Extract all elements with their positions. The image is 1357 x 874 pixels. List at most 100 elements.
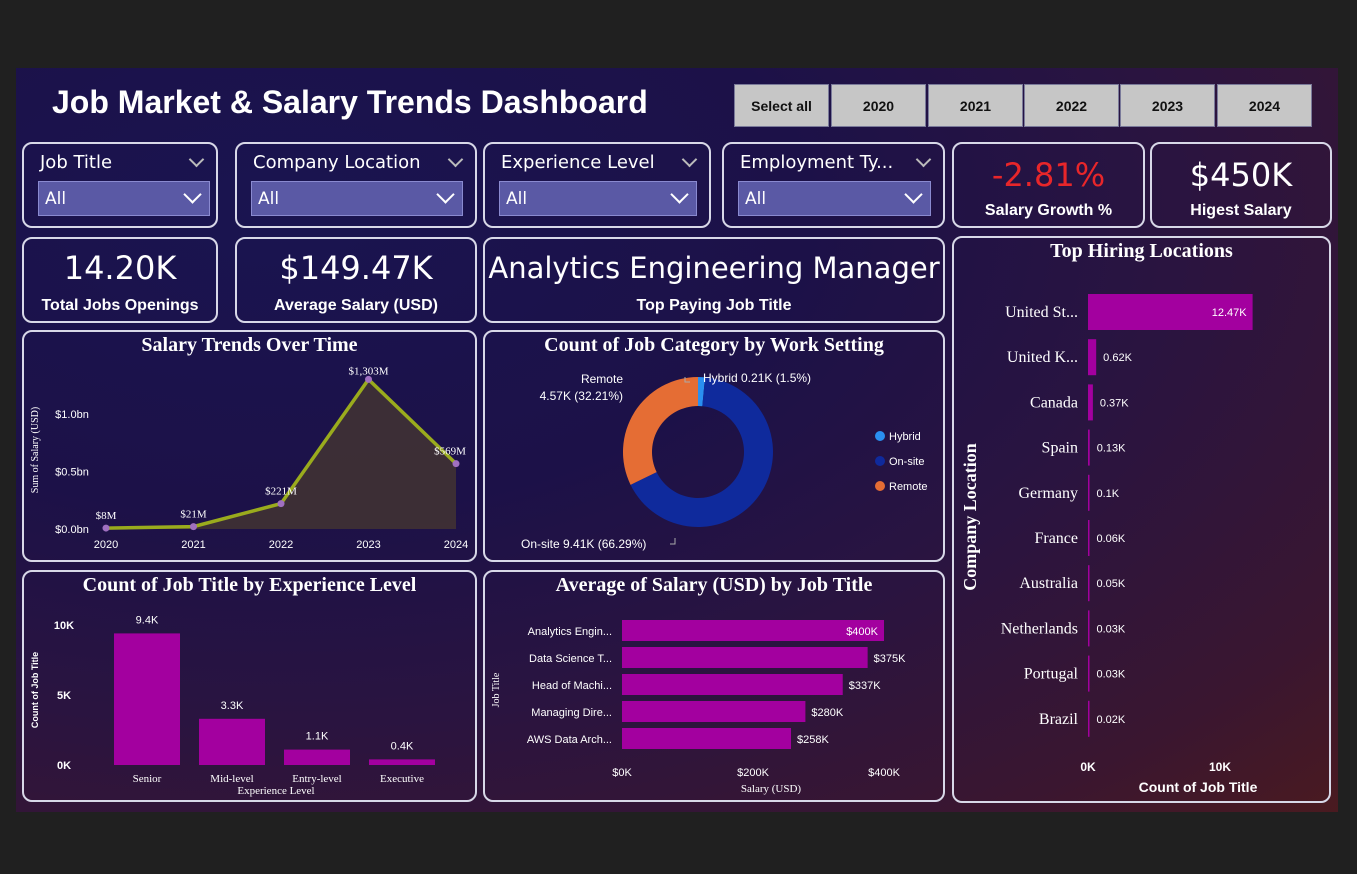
bar-entry-level <box>284 749 350 765</box>
bar-location <box>1088 339 1097 376</box>
y-tick-label: Data Science T... <box>529 653 612 665</box>
year-2024-button[interactable]: 2024 <box>1217 84 1312 127</box>
x-tick-label: $400K <box>868 767 900 779</box>
data-label: 0.37K <box>1100 397 1129 409</box>
dropdown-value: All <box>258 188 280 209</box>
bar-mid-level <box>199 718 265 765</box>
year-2022-button[interactable]: 2022 <box>1024 84 1119 127</box>
work-setting-chart: Count of Job Category by Work Setting Hy… <box>483 330 945 562</box>
data-label: $8M <box>96 510 117 522</box>
data-point <box>190 523 197 531</box>
dashboard-canvas: Job Market & Salary Trends Dashboard Sel… <box>16 68 1338 812</box>
kpi-value: Analytics Engineering Manager <box>488 251 940 285</box>
slice-label-onsite: On-site 9.41K (66.29%) <box>521 537 646 551</box>
y-tick-label: Australia <box>1019 575 1078 592</box>
chevron-down-icon[interactable] <box>915 151 932 168</box>
bar-senior <box>114 633 180 765</box>
x-tick-label: 0K <box>1080 760 1096 774</box>
x-tick-label: 10K <box>1209 760 1231 774</box>
data-label: 3.3K <box>221 700 244 712</box>
kpi-total-jobs: 14.20K Total Jobs Openings <box>22 237 218 323</box>
x-tick-label: Mid-level <box>210 773 253 785</box>
x-tick-label: 2020 <box>94 539 118 551</box>
data-point <box>277 500 285 508</box>
kpi-value: -2.81% <box>991 156 1106 194</box>
legend-label: Hybrid <box>889 431 921 443</box>
year-2020-button[interactable]: 2020 <box>831 84 926 127</box>
y-tick-label: Netherlands <box>1001 620 1078 637</box>
kpi-top-paying-job: Analytics Engineering Manager Top Paying… <box>483 237 945 323</box>
data-label: 12.47K <box>1212 307 1248 319</box>
slicer-label: Employment Ty... <box>740 152 894 173</box>
company-location-dropdown[interactable]: All <box>251 181 463 216</box>
data-label: $1,303M <box>348 365 388 377</box>
year-select-all-button[interactable]: Select all <box>734 84 829 127</box>
data-label: 0.1K <box>1097 488 1120 500</box>
data-label: $400K <box>846 626 878 638</box>
job-title-dropdown[interactable]: All <box>38 181 210 216</box>
kpi-value: $450K <box>1189 156 1293 194</box>
chevron-down-icon[interactable] <box>447 151 464 168</box>
data-label: 0.4K <box>391 740 414 752</box>
x-tick-label: $200K <box>737 767 769 779</box>
bar-location <box>1088 610 1090 647</box>
y-tick-label: Germany <box>1018 485 1078 502</box>
page-title: Job Market & Salary Trends Dashboard <box>52 84 648 120</box>
chevron-down-icon[interactable] <box>681 151 698 168</box>
y-tick-label: Canada <box>1030 394 1078 411</box>
experience-level-chart: Count of Job Title by Experience Level 0… <box>22 570 477 802</box>
y-tick-label: Head of Machi... <box>532 680 612 692</box>
data-label: 0.03K <box>1097 669 1126 681</box>
x-tick-label: Senior <box>133 773 162 785</box>
bar-job-title <box>622 674 843 695</box>
leader-line <box>670 538 676 545</box>
avg-salary-svg: Analytics Engin... $400K Data Science T...… <box>491 620 906 795</box>
y-tick-label: United St... <box>1005 304 1078 321</box>
chevron-down-icon <box>183 185 202 204</box>
bar-location <box>1088 655 1090 692</box>
chevron-down-icon <box>670 185 689 204</box>
slice-label-remote: Remote <box>581 372 623 386</box>
data-label: $221M <box>265 486 297 498</box>
legend-marker <box>875 456 885 466</box>
avg-salary-by-title-chart: Average of Salary (USD) by Job Title Ana… <box>483 570 945 802</box>
bar-location <box>1088 384 1093 421</box>
kpi-salary-growth: -2.81% Salary Growth % <box>952 142 1145 228</box>
bar-location <box>1088 474 1090 511</box>
salary-trend-svg: $0.0bn $0.5bn $1.0bn Sum of Salary (USD) $8M… <box>30 365 468 551</box>
y-tick-label: 0K <box>57 760 71 772</box>
y-axis-label: Sum of Salary (USD) <box>30 407 41 493</box>
kpi-label: Average Salary (USD) <box>274 297 438 314</box>
bar-location <box>1088 700 1090 737</box>
kpi-value: 14.20K <box>63 249 177 287</box>
chevron-down-icon[interactable] <box>188 151 205 168</box>
data-point <box>102 524 110 532</box>
bar-job-title <box>622 647 868 668</box>
employment-type-dropdown[interactable]: All <box>738 181 931 216</box>
y-tick-label: $0.0bn <box>55 524 89 536</box>
year-2021-button[interactable]: 2021 <box>928 84 1023 127</box>
y-tick-label: $1.0bn <box>55 409 89 421</box>
kpi-label: Total Jobs Openings <box>41 297 199 314</box>
bar-job-title <box>622 620 884 641</box>
data-label: $258K <box>797 734 829 746</box>
year-2023-button[interactable]: 2023 <box>1120 84 1215 127</box>
slicer-label: Company Location <box>253 152 421 173</box>
x-axis-label: Salary (USD) <box>741 783 802 795</box>
slice-label-hybrid: Hybrid 0.21K (1.5%) <box>703 371 811 385</box>
y-tick-label: Portugal <box>1024 666 1079 683</box>
work-setting-svg: Hybrid 0.21K (1.5%) Remote 4.57K (32.21%) O… <box>521 371 928 551</box>
y-tick-label: Spain <box>1042 440 1078 457</box>
data-label: 0.13K <box>1097 443 1126 455</box>
x-axis-label: Experience Level <box>237 785 314 797</box>
kpi-average-salary: $149.47K Average Salary (USD) <box>235 237 477 323</box>
experience-level-dropdown[interactable]: All <box>499 181 697 216</box>
y-tick-label: 5K <box>57 690 71 702</box>
slicer-job-title: Job Title All <box>22 142 218 228</box>
slicer-label: Job Title <box>40 152 113 173</box>
locations-svg: United St... 12.47K United K... 0.62K Canada… <box>960 294 1258 795</box>
dropdown-value: All <box>506 188 528 209</box>
data-label: $337K <box>849 680 881 692</box>
data-label: 0.06K <box>1097 533 1126 545</box>
slicer-experience-level: Experience Level All <box>483 142 711 228</box>
